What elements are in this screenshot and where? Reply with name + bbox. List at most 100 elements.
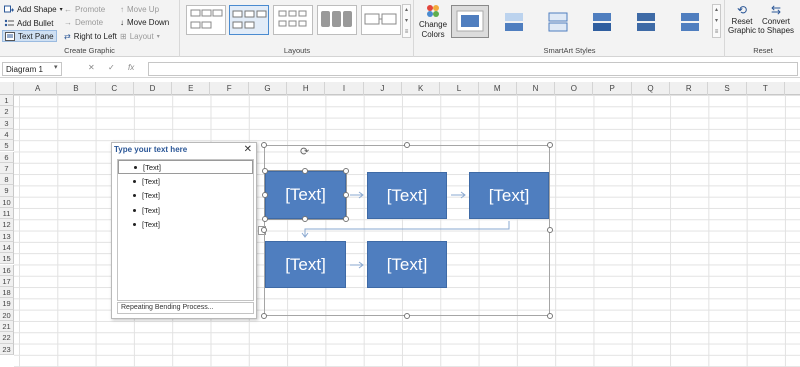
resize-handle[interactable] bbox=[261, 227, 267, 233]
column-header[interactable]: G bbox=[249, 82, 288, 95]
enter-icon[interactable]: ✓ bbox=[108, 63, 115, 72]
row-header[interactable]: 4 bbox=[0, 128, 14, 141]
row-header[interactable]: 21 bbox=[0, 321, 14, 333]
shape-handle[interactable] bbox=[302, 168, 308, 174]
column-header[interactable]: S bbox=[708, 82, 747, 95]
move-up-button[interactable]: ↑ Move Up bbox=[120, 3, 159, 15]
column-header[interactable]: H bbox=[287, 82, 326, 95]
row-header[interactable]: 18 bbox=[0, 287, 14, 299]
name-box[interactable]: Diagram 1 bbox=[2, 62, 62, 76]
move-down-button[interactable]: ↓ Move Down bbox=[120, 16, 169, 28]
row-header[interactable]: 14 bbox=[0, 241, 14, 254]
layout-thumbnail-2[interactable] bbox=[229, 5, 269, 35]
resize-handle[interactable] bbox=[261, 142, 267, 148]
rotate-handle-icon[interactable]: ⟳ bbox=[300, 145, 309, 158]
layout-thumbnail-5[interactable] bbox=[361, 5, 401, 35]
column-header[interactable]: O bbox=[555, 82, 594, 95]
row-header[interactable]: 23 bbox=[0, 343, 14, 355]
list-item[interactable]: [Text] bbox=[118, 160, 253, 175]
row-header[interactable]: 20 bbox=[0, 309, 14, 321]
column-header[interactable]: M bbox=[479, 82, 517, 95]
convert-to-shapes-button[interactable]: ⇆ Convert to Shapes bbox=[758, 3, 794, 43]
shape-handle[interactable] bbox=[343, 216, 349, 222]
text-pane-footer-link[interactable]: Repeating Bending Process... bbox=[117, 302, 254, 314]
resize-handle[interactable] bbox=[261, 313, 267, 319]
column-header[interactable]: I bbox=[325, 82, 364, 95]
layout-thumbnail-1[interactable] bbox=[186, 5, 226, 35]
style-thumbnail-5[interactable] bbox=[627, 5, 665, 38]
select-all-corner[interactable] bbox=[0, 82, 14, 95]
column-header[interactable]: Q bbox=[632, 82, 671, 95]
layouts-gallery-scroll[interactable]: ▴ ▾ ≡ bbox=[402, 4, 411, 38]
column-header[interactable]: K bbox=[402, 82, 441, 95]
column-header[interactable]: A bbox=[19, 82, 58, 95]
column-header[interactable]: P bbox=[594, 82, 632, 95]
row-header[interactable]: 7 bbox=[0, 162, 14, 175]
diagram-box[interactable]: [Text] bbox=[264, 170, 347, 220]
list-item[interactable]: [Text] bbox=[118, 217, 253, 231]
row-header[interactable]: 8 bbox=[0, 174, 14, 186]
resize-handle[interactable] bbox=[404, 313, 410, 319]
shape-handle[interactable] bbox=[262, 192, 268, 198]
shape-handle[interactable] bbox=[302, 216, 308, 222]
diagram-box[interactable]: [Text] bbox=[265, 241, 346, 288]
row-header[interactable]: 19 bbox=[0, 298, 14, 310]
column-header[interactable]: B bbox=[57, 82, 96, 95]
column-header[interactable]: F bbox=[211, 82, 249, 95]
column-header[interactable]: E bbox=[172, 82, 211, 95]
row-header[interactable]: 11 bbox=[0, 208, 14, 220]
row-header[interactable]: 6 bbox=[0, 151, 14, 163]
row-header[interactable]: 1 bbox=[0, 95, 14, 107]
row-header[interactable]: 22 bbox=[0, 332, 14, 344]
column-header[interactable]: J bbox=[364, 82, 402, 95]
style-thumbnail-1[interactable] bbox=[451, 5, 489, 38]
shape-handle[interactable] bbox=[262, 168, 268, 174]
resize-handle[interactable] bbox=[404, 142, 410, 148]
promote-button[interactable]: ← Promote bbox=[64, 3, 105, 15]
row-header[interactable]: 12 bbox=[0, 219, 14, 231]
reset-graphic-button[interactable]: ⟲ Reset Graphic bbox=[728, 3, 756, 43]
diagram-box[interactable]: [Text] bbox=[367, 172, 447, 219]
chevron-down-icon[interactable]: ▾ bbox=[54, 63, 58, 71]
right-to-left-button[interactable]: ⇄ Right to Left bbox=[64, 30, 117, 42]
column-header[interactable]: U bbox=[785, 82, 800, 95]
text-pane-button[interactable]: Text Pane bbox=[2, 30, 57, 42]
formula-input[interactable] bbox=[148, 62, 798, 76]
add-shape-button[interactable]: Add Shape ▾ bbox=[4, 3, 63, 15]
cancel-icon[interactable]: ✕ bbox=[88, 63, 95, 72]
layout-thumbnail-4[interactable] bbox=[317, 5, 357, 35]
list-item[interactable]: [Text] bbox=[118, 174, 253, 188]
style-thumbnail-2[interactable] bbox=[495, 5, 533, 38]
row-header[interactable]: 17 bbox=[0, 275, 14, 288]
shape-handle[interactable] bbox=[262, 216, 268, 222]
column-header[interactable]: N bbox=[517, 82, 556, 95]
layout-thumbnail-3[interactable] bbox=[273, 5, 313, 35]
row-header[interactable]: 10 bbox=[0, 196, 14, 208]
list-item[interactable]: [Text] bbox=[118, 203, 253, 217]
style-thumbnail-3[interactable] bbox=[539, 5, 577, 38]
row-header[interactable]: 16 bbox=[0, 264, 14, 276]
row-header[interactable]: 2 bbox=[0, 106, 14, 118]
column-header[interactable]: R bbox=[670, 82, 709, 95]
column-header[interactable]: T bbox=[747, 82, 785, 95]
style-thumbnail-4[interactable] bbox=[583, 5, 621, 38]
resize-handle[interactable] bbox=[547, 227, 553, 233]
change-colors-button[interactable]: Change Colors bbox=[419, 3, 447, 43]
row-header[interactable]: 5 bbox=[0, 140, 14, 152]
row-header[interactable]: 3 bbox=[0, 117, 14, 129]
column-header[interactable]: D bbox=[134, 82, 173, 95]
styles-gallery-scroll[interactable]: ▴ ▾ ≡ bbox=[712, 4, 721, 38]
list-item[interactable]: [Text] bbox=[118, 189, 253, 203]
column-header[interactable]: C bbox=[96, 82, 134, 95]
resize-handle[interactable] bbox=[547, 313, 553, 319]
shape-handle[interactable] bbox=[343, 168, 349, 174]
row-header[interactable]: 9 bbox=[0, 185, 14, 197]
layout-button[interactable]: ⊞ Layout ▾ bbox=[120, 30, 160, 42]
diagram-box[interactable]: [Text] bbox=[367, 241, 447, 288]
row-header[interactable]: 13 bbox=[0, 230, 14, 242]
close-icon[interactable]: ✕ bbox=[244, 144, 252, 155]
style-thumbnail-6[interactable] bbox=[671, 5, 709, 38]
resize-handle[interactable] bbox=[547, 142, 553, 148]
insert-function-icon[interactable]: fx bbox=[128, 63, 134, 72]
add-bullet-button[interactable]: Add Bullet bbox=[4, 17, 53, 29]
